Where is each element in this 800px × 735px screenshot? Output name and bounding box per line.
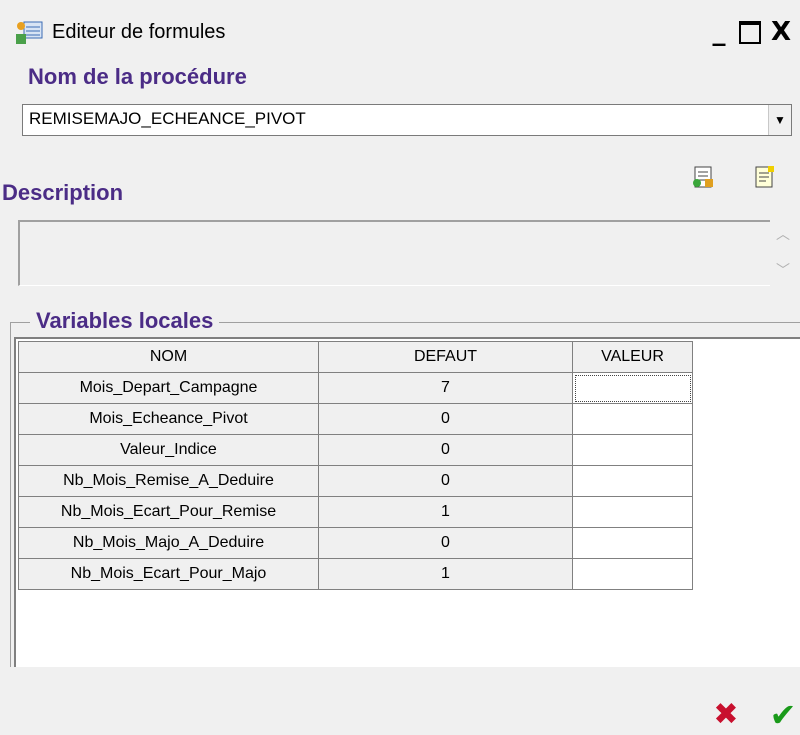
cancel-x-icon: ✖ — [713, 697, 739, 732]
cell-nom[interactable]: Nb_Mois_Ecart_Pour_Remise — [18, 496, 319, 528]
cell-nom[interactable]: Mois_Echeance_Pivot — [18, 403, 319, 435]
column-header-nom[interactable]: NOM — [18, 341, 319, 373]
window-title: Editeur de formules — [52, 21, 226, 43]
procedure-label: Nom de la procédure — [28, 64, 247, 89]
description-label: Description — [2, 180, 124, 205]
description-textarea[interactable] — [18, 220, 770, 286]
variables-grid: NOM DEFAUT VALEUR Mois_Depart_Campagne 7… — [14, 337, 800, 667]
cell-nom[interactable]: Mois_Depart_Campagne — [18, 372, 319, 404]
cell-defaut[interactable]: 0 — [318, 527, 573, 559]
cell-valeur[interactable] — [572, 558, 693, 590]
cell-valeur[interactable] — [572, 434, 693, 466]
cell-defaut[interactable]: 0 — [318, 465, 573, 497]
description-scrollbar[interactable]: ︿ ﹀ — [772, 220, 796, 286]
table-row: Nb_Mois_Ecart_Pour_Majo 1 — [18, 558, 693, 590]
minimize-button[interactable]: _ — [704, 17, 734, 47]
table-header-row: NOM DEFAUT VALEUR — [18, 341, 693, 373]
ok-button[interactable]: ✔ — [766, 698, 800, 732]
table-row: Valeur_Indice 0 — [18, 434, 693, 466]
procedure-select[interactable]: REMISEMAJO_ECHEANCE_PIVOT ▼ — [22, 104, 792, 136]
table-row: Nb_Mois_Ecart_Pour_Remise 1 — [18, 496, 693, 528]
column-header-valeur[interactable]: VALEUR — [572, 341, 693, 373]
column-header-defaut[interactable]: DEFAUT — [318, 341, 573, 373]
document-icon[interactable] — [752, 165, 776, 189]
variables-label: Variables locales — [30, 308, 220, 334]
table-row: Mois_Depart_Campagne 7 — [18, 372, 693, 404]
variables-table: NOM DEFAUT VALEUR Mois_Depart_Campagne 7… — [18, 341, 693, 590]
cell-valeur[interactable] — [572, 496, 693, 528]
cell-defaut[interactable]: 1 — [318, 496, 573, 528]
maximize-button[interactable] — [735, 17, 765, 47]
cell-defaut[interactable]: 7 — [318, 372, 573, 404]
table-row: Nb_Mois_Majo_A_Deduire 0 — [18, 527, 693, 559]
table-row: Mois_Echeance_Pivot 0 — [18, 403, 693, 435]
procedure-value: REMISEMAJO_ECHEANCE_PIVOT — [29, 109, 306, 128]
cell-valeur[interactable] — [572, 403, 693, 435]
maximize-icon — [739, 21, 761, 44]
formula-editor-icon — [16, 21, 43, 44]
table-row: Nb_Mois_Remise_A_Deduire 0 — [18, 465, 693, 497]
cell-valeur[interactable] — [572, 527, 693, 559]
checkmark-icon: ✔ — [769, 696, 797, 734]
cell-nom[interactable]: Nb_Mois_Majo_A_Deduire — [18, 527, 319, 559]
cell-nom[interactable]: Nb_Mois_Remise_A_Deduire — [18, 465, 319, 497]
scroll-up-icon[interactable]: ︿ — [776, 224, 790, 244]
cell-nom[interactable]: Nb_Mois_Ecart_Pour_Majo — [18, 558, 319, 590]
scroll-down-icon[interactable]: ﹀ — [776, 260, 790, 280]
dropdown-arrow-icon[interactable]: ▼ — [768, 105, 791, 135]
cell-nom[interactable]: Valeur_Indice — [18, 434, 319, 466]
import-icon[interactable] — [691, 165, 715, 189]
cell-defaut[interactable]: 1 — [318, 558, 573, 590]
close-button[interactable]: X — [766, 17, 796, 47]
cell-valeur[interactable] — [572, 372, 693, 404]
cell-valeur[interactable] — [572, 465, 693, 497]
cell-defaut[interactable]: 0 — [318, 434, 573, 466]
cancel-button[interactable]: ✖ — [712, 700, 740, 730]
title-bar: Editeur de formules _ X — [0, 0, 800, 58]
cell-defaut[interactable]: 0 — [318, 403, 573, 435]
